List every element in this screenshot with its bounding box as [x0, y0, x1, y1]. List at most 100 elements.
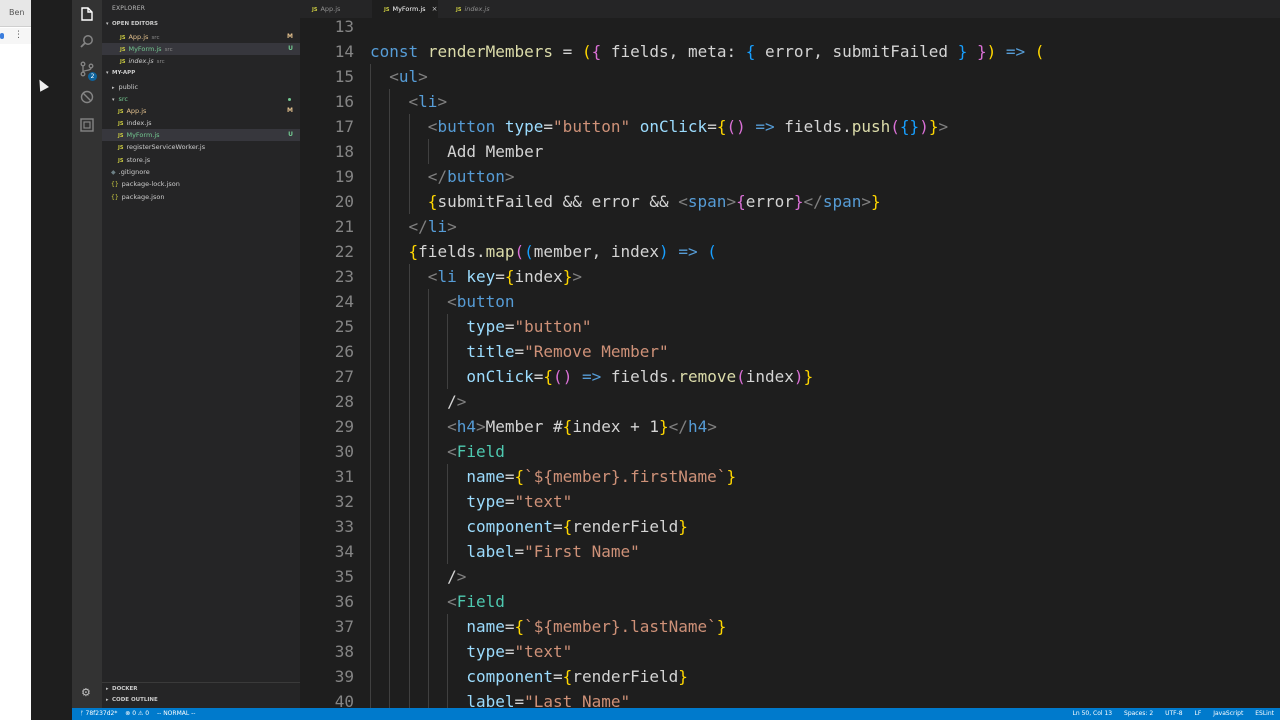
tab-myform-js[interactable]: JS MyForm.js × — [372, 0, 438, 18]
browser-profile-name[interactable]: Ben — [9, 8, 24, 17]
code-line[interactable]: 18 Add Member — [300, 139, 1280, 164]
js-file-icon: JS — [118, 158, 124, 164]
folder-item[interactable]: ▾ src — [102, 93, 300, 105]
code-line[interactable]: 27 onClick={() => fields.remove(index)} — [300, 364, 1280, 389]
line-number: 17 — [334, 117, 354, 136]
code-text: label="Last Name" — [466, 692, 631, 708]
code-line[interactable]: 38 type="text" — [300, 639, 1280, 664]
browser-tab-bar: Ben — [0, 0, 31, 27]
open-editor-item[interactable]: JS App.js src M — [102, 31, 300, 43]
code-line[interactable]: 19 </button> — [300, 164, 1280, 189]
line-number: 38 — [334, 642, 354, 661]
code-line[interactable]: 31 name={`${member}.firstName`} — [300, 464, 1280, 489]
folder-label: src — [118, 95, 129, 103]
code-line[interactable]: 26 title="Remove Member" — [300, 339, 1280, 364]
eol-status[interactable]: LF — [1195, 710, 1202, 717]
code-text: component={renderField} — [466, 517, 688, 536]
problems-status[interactable]: ⊗ 0 ⚠ 0 — [125, 710, 149, 717]
code-line[interactable]: 32 type="text" — [300, 489, 1280, 514]
json-file-icon: {} — [111, 194, 119, 201]
open-editors-header[interactable]: ▾ OPEN EDITORS — [102, 19, 300, 30]
code-line[interactable]: 22 {fields.map((member, index) => ( — [300, 239, 1280, 264]
cursor-position-status[interactable]: Ln 50, Col 13 — [1073, 710, 1113, 717]
tab-index-js[interactable]: JS index.js — [444, 0, 510, 18]
git-status-badge: U — [288, 45, 293, 52]
file-item[interactable]: {} package-lock.json — [102, 178, 300, 190]
js-file-icon: JS — [120, 59, 126, 65]
code-text: </li> — [408, 217, 457, 236]
code-line[interactable]: 16 <li> — [300, 89, 1280, 114]
git-branch-status[interactable]: ᚠ 78f237d2* — [80, 710, 117, 717]
code-line[interactable]: 24 <button — [300, 289, 1280, 314]
file-item[interactable]: {} package.json — [102, 191, 300, 203]
encoding-status[interactable]: UTF-8 — [1165, 710, 1183, 717]
code-editor[interactable]: 13 14 const renderMembers = ({ fields, met… — [300, 18, 1280, 708]
file-item[interactable]: JS MyForm.js U — [102, 129, 300, 141]
file-label: .gitignore — [118, 168, 150, 176]
code-text: type="button" — [466, 317, 592, 336]
code-text: /> — [370, 392, 467, 411]
code-line[interactable]: 21 </li> — [300, 214, 1280, 239]
language-mode-status[interactable]: JavaScript — [1213, 710, 1243, 717]
file-label: package-lock.json — [121, 180, 180, 188]
js-file-icon: JS — [118, 133, 124, 139]
code-line[interactable]: 35 /> — [300, 564, 1280, 589]
open-editor-item[interactable]: JS MyForm.js src U — [102, 43, 300, 55]
file-item[interactable]: JS App.js M — [102, 105, 300, 117]
search-icon[interactable] — [78, 33, 96, 51]
code-line[interactable]: 36 <Field — [300, 589, 1280, 614]
js-file-icon: JS — [118, 109, 124, 115]
code-line[interactable]: 33 component={renderField} — [300, 514, 1280, 539]
code-line[interactable]: 34 label="First Name" — [300, 539, 1280, 564]
line-number: 20 — [334, 192, 354, 211]
desktop-gap — [31, 0, 72, 720]
project-folder-header[interactable]: ▾ MY-APP — [102, 68, 300, 79]
code-line[interactable]: 17 <button type="button" onClick={() => … — [300, 114, 1280, 139]
linter-status[interactable]: ESLint — [1255, 710, 1274, 717]
code-text: {submitFailed && error && <span>{error}<… — [427, 192, 881, 211]
code-line[interactable]: 39 component={renderField} — [300, 664, 1280, 689]
folder-item[interactable]: ▸ public — [102, 81, 300, 93]
code-text: /> — [370, 567, 467, 586]
open-editor-item[interactable]: JS index.js src — [102, 55, 300, 67]
code-line[interactable]: 40 label="Last Name" — [300, 689, 1280, 708]
tab-label: MyForm.js — [392, 5, 426, 13]
browser-favicon — [0, 33, 4, 39]
code-outline-section-header[interactable]: ▸ CODE OUTLINE — [102, 695, 300, 706]
code-line[interactable]: 20 {submitFailed && error && <span>{erro… — [300, 189, 1280, 214]
gear-icon[interactable]: ⚙ — [81, 686, 91, 699]
code-line[interactable]: 28 /> — [300, 389, 1280, 414]
line-number: 16 — [334, 92, 354, 111]
file-item[interactable]: ◆ .gitignore — [102, 166, 300, 178]
code-text: name={`${member}.lastName`} — [466, 617, 727, 636]
vim-mode-status: -- NORMAL -- — [156, 710, 196, 717]
kebab-menu-icon[interactable]: ⋮ — [14, 30, 23, 40]
code-line[interactable]: 14 const renderMembers = ({ fields, meta:… — [300, 39, 1280, 64]
debug-icon[interactable] — [78, 88, 96, 106]
close-icon[interactable]: × — [432, 5, 438, 13]
file-item[interactable]: JS index.js — [102, 117, 300, 129]
code-line[interactable]: 13 — [300, 18, 1280, 39]
tab-app-js[interactable]: JS App.js — [300, 0, 366, 18]
browser-window-edge: Ben ⋮ — [0, 0, 31, 720]
code-text: <h4>Member #{index + 1}</h4> — [447, 417, 717, 436]
code-line[interactable]: 29 <h4>Member #{index + 1}</h4> — [300, 414, 1280, 439]
file-item[interactable]: JS store.js — [102, 154, 300, 166]
file-item[interactable]: JS registerServiceWorker.js — [102, 141, 300, 153]
files-icon[interactable] — [78, 5, 96, 23]
line-number: 19 — [334, 167, 354, 186]
code-line[interactable]: 23 <li key={index}> — [300, 264, 1280, 289]
code-text: const renderMembers = ({ fields, meta: {… — [370, 42, 1045, 61]
line-number: 32 — [334, 492, 354, 511]
line-number: 30 — [334, 442, 354, 461]
indentation-status[interactable]: Spaces: 2 — [1124, 710, 1153, 717]
line-number: 27 — [334, 367, 354, 386]
file-label: index.js — [128, 57, 154, 65]
code-line[interactable]: 30 <Field — [300, 439, 1280, 464]
docker-section-header[interactable]: ▸ DOCKER — [102, 684, 300, 695]
code-line[interactable]: 15 <ul> — [300, 64, 1280, 89]
code-line[interactable]: 25 type="button" — [300, 314, 1280, 339]
extensions-icon[interactable] — [78, 116, 96, 134]
code-text: <li key={index}> — [427, 267, 582, 286]
code-line[interactable]: 37 name={`${member}.lastName`} — [300, 614, 1280, 639]
